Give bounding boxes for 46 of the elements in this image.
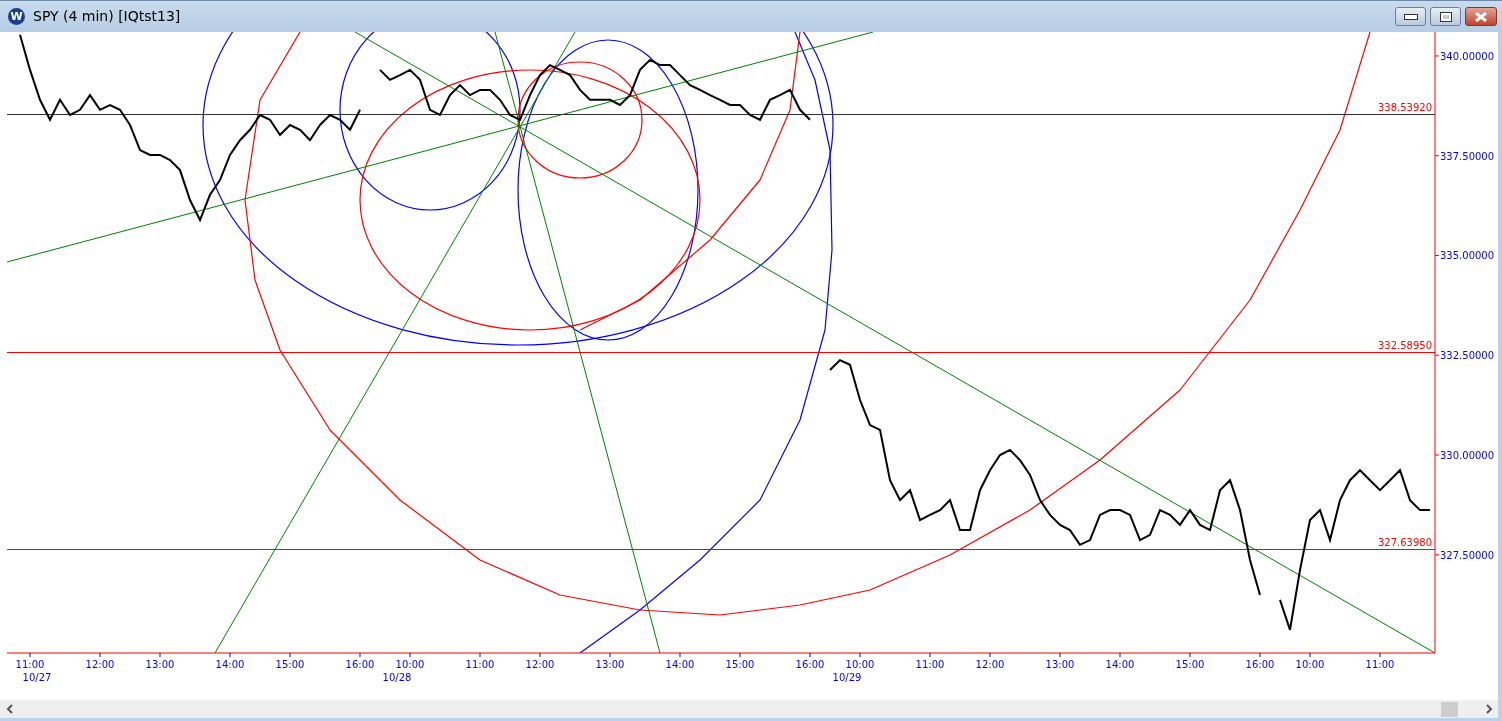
axis-label: 12:00: [975, 659, 1005, 670]
axis-label: 11:00: [915, 659, 945, 670]
window-title: SPY (4 min) [IQtst13]: [33, 7, 181, 26]
axis-label: 10:00: [845, 659, 875, 670]
axis-label: 12:00: [525, 659, 555, 670]
close-button[interactable]: [1465, 7, 1497, 26]
horizontal-scrollbar[interactable]: [0, 700, 1498, 718]
axis-label: 16:00: [1245, 659, 1275, 670]
axis-label: 14:00: [1105, 659, 1135, 670]
axis-label: 13:00: [1045, 659, 1075, 670]
close-icon: [1474, 11, 1488, 22]
date-label: 10/29: [832, 672, 862, 683]
axis-label: 10:00: [1295, 659, 1325, 670]
axis-label: 16:00: [345, 659, 375, 670]
chevron-left-icon: [5, 704, 13, 714]
date-label: 10/28: [382, 672, 412, 683]
date-label: 10/27: [22, 672, 52, 683]
axis-label: 16:00: [795, 659, 825, 670]
axis-label: 15:00: [725, 659, 755, 670]
chevron-right-icon: [1485, 704, 1493, 714]
axis-label: 14:00: [215, 659, 245, 670]
maximize-button[interactable]: [1430, 7, 1461, 26]
axis-label: 11:00: [465, 659, 495, 670]
axis-label: 11:00: [15, 659, 45, 670]
axis-label: 12:00: [85, 659, 115, 670]
axis-label: 15:00: [1175, 659, 1205, 670]
axis-label: 15:00: [275, 659, 305, 670]
minimize-icon: [1403, 13, 1418, 20]
maximize-icon: [1439, 11, 1452, 22]
axis-label: 340.00000: [1440, 50, 1495, 62]
level-label: 327.63980: [1377, 537, 1432, 549]
axis-label: 327.50000: [1440, 549, 1495, 561]
axis-label: 337.50000: [1440, 150, 1495, 162]
axis-label: 330.00000: [1440, 450, 1495, 462]
axis-label: 335.00000: [1440, 250, 1495, 262]
axis-label: 14:00: [665, 659, 695, 670]
axis-label: 13:00: [145, 659, 175, 670]
axis-label: 10:00: [395, 659, 425, 670]
level-label: 338.53920: [1377, 102, 1432, 114]
level-label: 332.58950: [1377, 339, 1432, 351]
app-icon: W: [8, 8, 25, 25]
scrollbar-thumb[interactable]: [1441, 701, 1458, 717]
axis-label: 13:00: [595, 659, 625, 670]
axis-label: 332.50000: [1440, 350, 1495, 362]
axis-label: 11:00: [1365, 659, 1395, 670]
minimize-button[interactable]: [1395, 7, 1426, 26]
